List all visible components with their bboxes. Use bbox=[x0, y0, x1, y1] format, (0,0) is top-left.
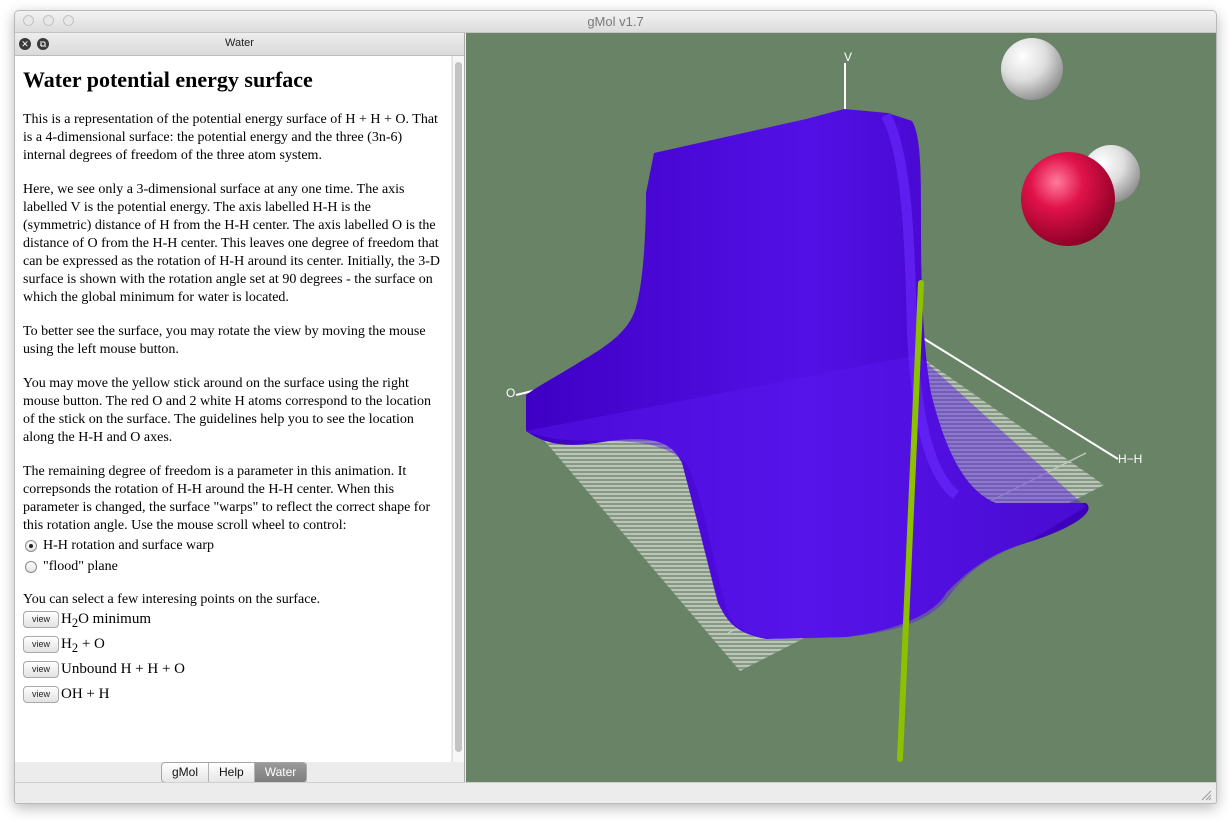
radio-warp-label: H-H rotation and surface warp bbox=[43, 537, 215, 553]
panel-header: ✕ ⧉ Water bbox=[15, 33, 464, 56]
title-bar[interactable]: gMol v1.7 bbox=[15, 11, 1216, 33]
radio-flood-label: "flood" plane bbox=[43, 558, 118, 574]
doc-paragraph-stick: You may move the yellow stick around on … bbox=[23, 376, 431, 445]
segmented-tabs: gMol Help Water bbox=[161, 762, 308, 783]
view-button-h2-plus-o[interactable]: view bbox=[23, 636, 59, 653]
point-row-h2-plus-o: view H2 + O bbox=[23, 634, 441, 659]
tab-help[interactable]: Help bbox=[209, 763, 255, 782]
o-axis-label: O bbox=[506, 386, 515, 400]
radio-warp-button[interactable] bbox=[25, 539, 37, 552]
point-label-h2o-minimum: H2O minimum bbox=[61, 611, 152, 630]
doc-heading: Water potential energy surface bbox=[23, 67, 313, 92]
status-bar bbox=[15, 782, 1216, 803]
tab-bar: gMol Help Water bbox=[15, 762, 464, 783]
3d-viewport[interactable]: V O H−H bbox=[466, 33, 1216, 782]
doc-paragraph-intro: This is a representation of the potentia… bbox=[23, 112, 438, 163]
hh-axis-label: H−H bbox=[1118, 452, 1142, 466]
points-intro: You can select a few interesing points o… bbox=[23, 592, 321, 607]
doc-paragraph-rotate: To better see the surface, you may rotat… bbox=[23, 324, 426, 357]
radio-warp-option[interactable]: H-H rotation and surface warp bbox=[23, 535, 441, 556]
scrollbar-thumb[interactable] bbox=[455, 62, 462, 752]
point-row-h2o-minimum: view H2O minimum bbox=[23, 609, 441, 634]
point-label-oh-plus-h: OH + H bbox=[61, 686, 110, 702]
tab-gmol[interactable]: gMol bbox=[162, 763, 210, 782]
view-button-unbound[interactable]: view bbox=[23, 661, 59, 678]
hydrogen-atom-top bbox=[1001, 38, 1063, 100]
point-row-unbound: view Unbound H + H + O bbox=[23, 659, 441, 684]
v-axis-label: V bbox=[844, 50, 852, 64]
view-button-h2o-minimum[interactable]: view bbox=[23, 611, 59, 628]
resize-grip-icon[interactable] bbox=[1200, 789, 1212, 801]
view-button-oh-plus-h[interactable]: view bbox=[23, 686, 59, 703]
panel-title: Water bbox=[225, 37, 254, 49]
app-window: gMol v1.7 ✕ ⧉ Water Water potential ener… bbox=[14, 10, 1217, 804]
radio-flood-option[interactable]: "flood" plane bbox=[23, 556, 441, 577]
window-title: gMol v1.7 bbox=[587, 14, 644, 29]
point-label-h2-plus-o: H2 + O bbox=[61, 636, 105, 655]
tab-water[interactable]: Water bbox=[254, 763, 307, 782]
scene-svg: V O H−H bbox=[506, 38, 1142, 762]
doc-paragraph-axes: Here, we see only a 3-dimensional surfac… bbox=[23, 182, 441, 305]
point-label-unbound: Unbound H + H + O bbox=[61, 661, 185, 677]
panel-divider[interactable] bbox=[464, 33, 465, 782]
doc-paragraph-parameter: The remaining degree of freedom is a par… bbox=[23, 464, 431, 533]
document-panel: Water potential energy surface This is a… bbox=[15, 56, 451, 762]
oxygen-atom bbox=[1021, 152, 1115, 246]
point-row-oh-plus-h: view OH + H bbox=[23, 684, 441, 709]
radio-flood-button[interactable] bbox=[25, 560, 37, 573]
